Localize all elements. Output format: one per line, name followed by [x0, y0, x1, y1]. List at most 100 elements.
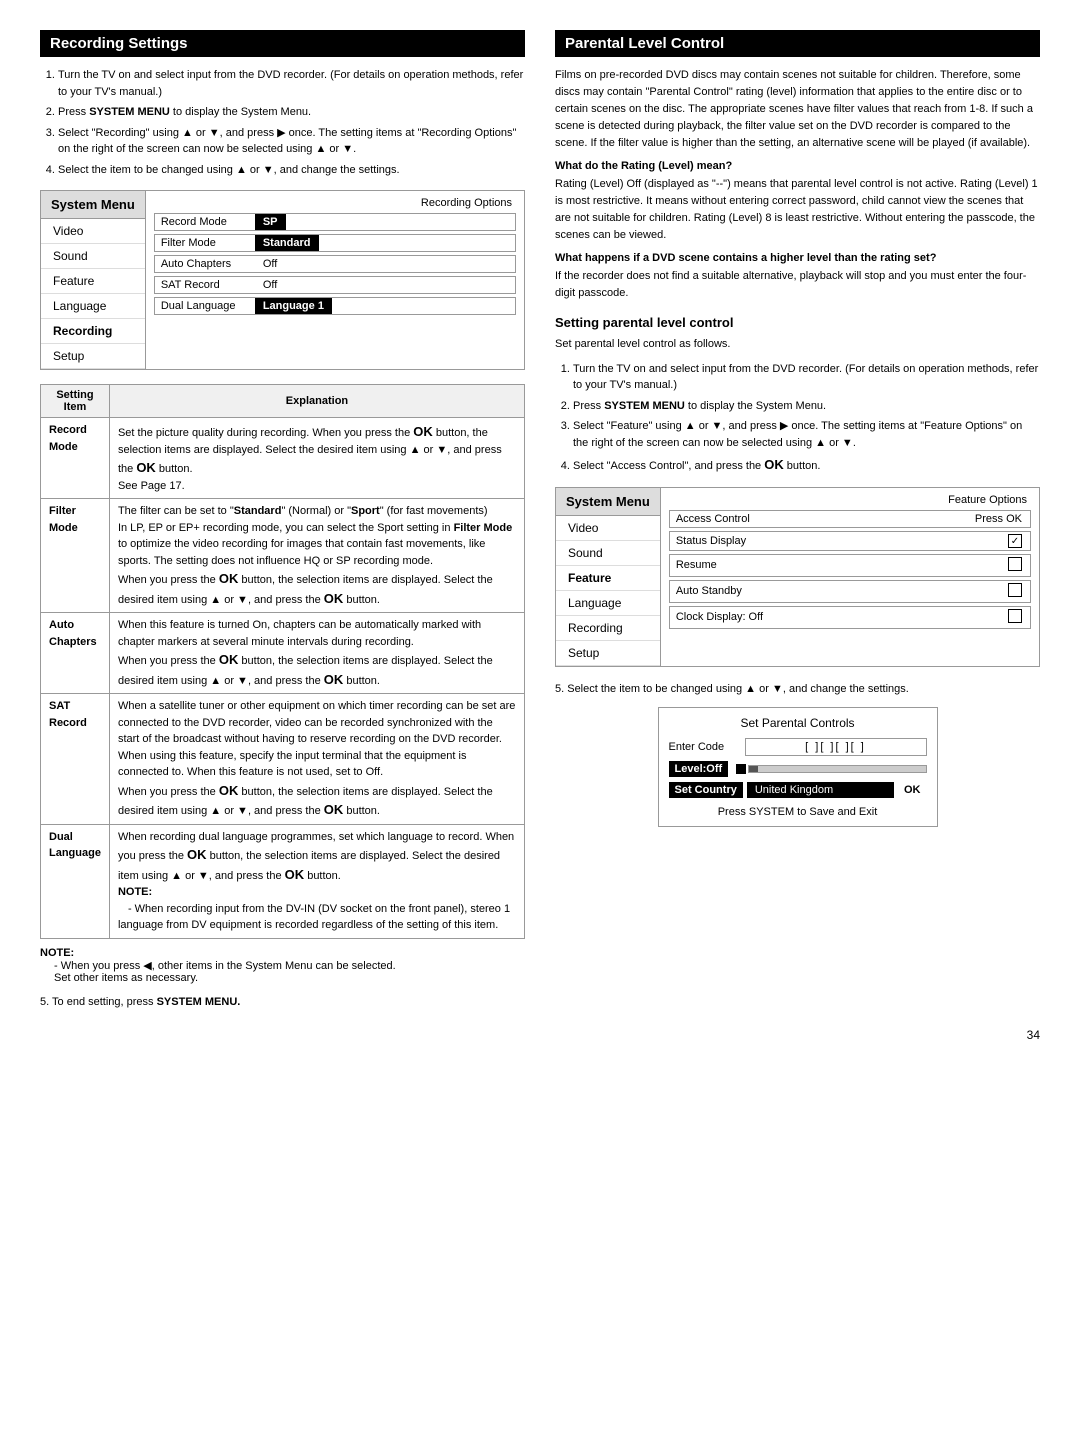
checkbox-checked-icon: ✓: [1008, 534, 1022, 548]
page-number: 34: [40, 1028, 1040, 1042]
parental-controls-box: Set Parental Controls Enter Code [ ][ ][…: [658, 707, 938, 827]
q2-title: What happens if a DVD scene contains a h…: [555, 252, 1040, 264]
step-4: Select the item to be changed using ▲ or…: [58, 162, 525, 179]
feat-clock-display-value: [1000, 607, 1030, 628]
q1-body: Rating (Level) Off (displayed as "--") m…: [555, 176, 1040, 244]
option-auto-chapters-label: Auto Chapters: [155, 256, 255, 272]
ok-button[interactable]: OK: [898, 782, 927, 798]
parental-step-2: Press SYSTEM MENU to display the System …: [573, 398, 1040, 415]
rec-options-title: Recording Options: [154, 197, 516, 209]
feature-menu-left: System Menu Video Sound Feature Language…: [556, 488, 661, 666]
parental-intro: Films on pre-recorded DVD discs may cont…: [555, 67, 1040, 152]
enter-code-label: Enter Code: [669, 741, 739, 753]
feat-menu-feature: Feature: [556, 566, 660, 591]
feat-menu-recording: Recording: [556, 616, 660, 641]
feat-clock-display-label: Clock Display: Off: [670, 609, 1000, 625]
right-column: Parental Level Control Films on pre-reco…: [555, 30, 1040, 1008]
option-record-mode-value: SP: [255, 214, 286, 230]
feat-option-resume: Resume: [669, 554, 1031, 577]
feat-menu-video: Video: [556, 516, 660, 541]
row-auto-chapters-item: AutoChapters: [41, 613, 110, 694]
option-filter-mode-value: Standard: [255, 235, 319, 251]
table-row: FilterMode The filter can be set to "Sta…: [41, 499, 525, 613]
bottom-note: NOTE: - When you press ◀, other items in…: [40, 947, 525, 984]
option-record-mode: Record Mode SP: [154, 213, 516, 231]
menu-video: Video: [41, 219, 145, 244]
option-dual-language: Dual Language Language 1: [154, 297, 516, 315]
step-2: Press SYSTEM MENU to display the System …: [58, 104, 525, 121]
q2-body: If the recorder does not find a suitable…: [555, 268, 1040, 302]
row-sat-record-item: SATRecord: [41, 694, 110, 825]
feature-options-title: Feature Options: [669, 494, 1031, 506]
set-country-row: Set Country United Kingdom OK: [669, 782, 927, 798]
option-dual-language-label: Dual Language: [155, 298, 255, 314]
system-menu-left: System Menu Video Sound Feature Language…: [41, 191, 146, 369]
system-menu-diagram: System Menu Video Sound Feature Language…: [40, 190, 525, 370]
feat-resume-label: Resume: [670, 557, 1000, 573]
level-row: Level:Off: [669, 761, 927, 777]
feat-access-control-value: Press OK: [967, 511, 1030, 527]
row-auto-chapters-exp: When this feature is turned On, chapters…: [109, 613, 524, 694]
table-row: RecordMode Set the picture quality durin…: [41, 418, 525, 499]
feat-menu-sound: Sound: [556, 541, 660, 566]
option-sat-record: SAT Record Off: [154, 276, 516, 294]
feat-option-access-control: Access Control Press OK: [669, 510, 1031, 528]
set-country-button[interactable]: Set Country: [669, 782, 743, 798]
step-1: Turn the TV on and select input from the…: [58, 67, 525, 100]
table-row: SATRecord When a satellite tuner or othe…: [41, 694, 525, 825]
feat-option-clock-display: Clock Display: Off: [669, 606, 1031, 629]
feat-access-control-label: Access Control: [670, 511, 967, 527]
enter-code-value: [ ][ ][ ][ ]: [745, 738, 927, 756]
row-dual-language-item: DualLanguage: [41, 824, 110, 938]
settings-table: SettingItem Explanation RecordMode Set t…: [40, 384, 525, 939]
feat-option-status-display: Status Display ✓: [669, 531, 1031, 551]
col-explanation: Explanation: [109, 385, 524, 418]
option-auto-chapters: Auto Chapters Off: [154, 255, 516, 273]
feat-auto-standby-label: Auto Standby: [670, 583, 1000, 599]
parental-step-3: Select "Feature" using ▲ or ▼, and press…: [573, 418, 1040, 451]
system-menu-right: Recording Options Record Mode SP Filter …: [146, 191, 524, 369]
left-column: Recording Settings Turn the TV on and se…: [40, 30, 525, 1008]
parental-step-1: Turn the TV on and select input from the…: [573, 361, 1040, 394]
parental-steps: Turn the TV on and select input from the…: [555, 361, 1040, 475]
menu-language: Language: [41, 294, 145, 319]
feat-menu-language: Language: [556, 591, 660, 616]
parental-controls-title: Set Parental Controls: [669, 716, 927, 730]
right-step-5: 5. Select the item to be changed using ▲…: [555, 681, 1040, 698]
parental-step-4: Select "Access Control", and press the O…: [573, 455, 1040, 475]
option-auto-chapters-value: Off: [255, 256, 285, 272]
feat-resume-value: [1000, 555, 1030, 576]
checkbox-unchecked-icon-3: [1008, 609, 1022, 623]
row-dual-language-exp: When recording dual language programmes,…: [109, 824, 524, 938]
option-filter-mode-label: Filter Mode: [155, 235, 255, 251]
note-item-1: - When you press ◀, other items in the S…: [40, 960, 396, 972]
table-row: AutoChapters When this feature is turned…: [41, 613, 525, 694]
menu-feature: Feature: [41, 269, 145, 294]
feature-menu-diagram: System Menu Video Sound Feature Language…: [555, 487, 1040, 667]
feat-status-display-label: Status Display: [670, 533, 1000, 549]
press-system-text: Press SYSTEM to Save and Exit: [669, 806, 927, 818]
enter-code-row: Enter Code [ ][ ][ ][ ]: [669, 738, 927, 756]
parental-control-header: Parental Level Control: [555, 30, 1040, 57]
setting-parental-header: Setting parental level control: [555, 315, 1040, 330]
feat-auto-standby-value: [1000, 581, 1030, 602]
menu-sound: Sound: [41, 244, 145, 269]
sub-intro: Set parental level control as follows.: [555, 336, 1040, 353]
row-filter-mode-item: FilterMode: [41, 499, 110, 613]
feature-menu-right: Feature Options Access Control Press OK …: [661, 488, 1039, 666]
menu-setup: Setup: [41, 344, 145, 369]
row-record-mode-exp: Set the picture quality during recording…: [109, 418, 524, 499]
system-menu-title: System Menu: [41, 191, 145, 219]
table-row: DualLanguage When recording dual languag…: [41, 824, 525, 938]
row-record-mode-item: RecordMode: [41, 418, 110, 499]
note-item-2: Set other items as necessary.: [40, 972, 198, 984]
feat-menu-setup: Setup: [556, 641, 660, 666]
option-sat-record-label: SAT Record: [155, 277, 255, 293]
feature-system-menu-title: System Menu: [556, 488, 660, 516]
option-filter-mode: Filter Mode Standard: [154, 234, 516, 252]
option-record-mode-label: Record Mode: [155, 214, 255, 230]
step-3: Select "Recording" using ▲ or ▼, and pre…: [58, 125, 525, 158]
checkbox-unchecked-icon-2: [1008, 583, 1022, 597]
step-5-left: 5. To end setting, press SYSTEM MENU.: [40, 996, 525, 1008]
recording-steps: Turn the TV on and select input from the…: [40, 67, 525, 178]
